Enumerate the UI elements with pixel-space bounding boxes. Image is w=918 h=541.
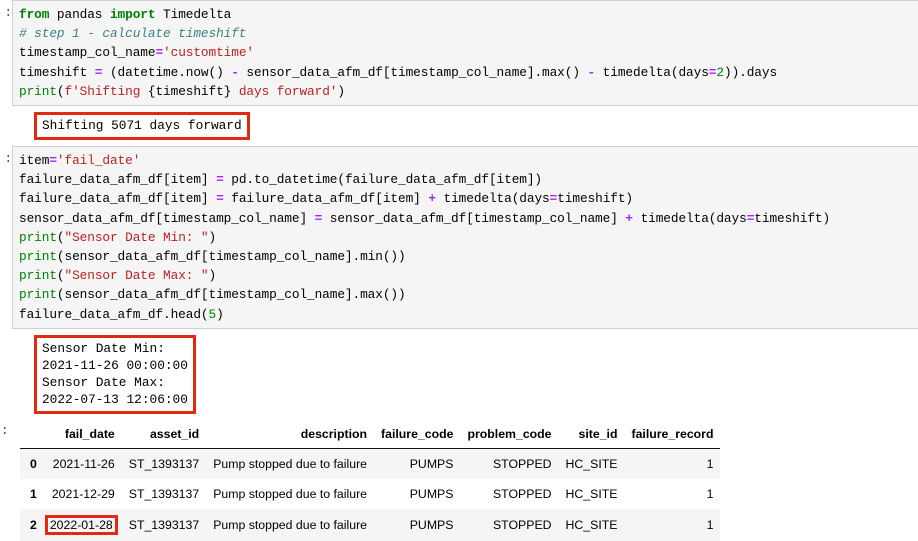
output-body-1: Shifting 5071 days forward (12, 106, 918, 146)
column-header-failure-record[interactable]: failure_record (624, 422, 721, 449)
stdout-line-min-value: 2021-11-26 00:00:00 (42, 357, 188, 373)
cell-failure-code: PUMPS (409, 456, 454, 471)
output-area-1: Shifting 5071 days forward (0, 106, 918, 147)
stdout-line-max-label: Sensor Date Max: (42, 374, 165, 390)
dataframe-scroll-container[interactable]: fail_date asset_id description failure_c… (12, 422, 918, 541)
table-body: 0 2021-11-26 ST_1393137 Pump stopped due… (20, 448, 721, 541)
cell-site-id: HC_SITE (565, 486, 618, 501)
cell-asset-id: ST_1393137 (128, 517, 200, 532)
column-header-asset-id[interactable]: asset_id (121, 422, 207, 449)
output-area-2: Sensor Date Min: 2021-11-26 00:00:00 Sen… (0, 328, 918, 420)
code-cell-1[interactable]: : from pandas import Timedelta # step 1 … (0, 0, 918, 107)
stdout-sensor-dates: Sensor Date Min: 2021-11-26 00:00:00 Sen… (34, 334, 196, 414)
cell-description: Pump stopped due to failure (213, 486, 368, 501)
cell-site-id: HC_SITE (565, 517, 618, 532)
cell-fail-date: 2021-11-26 (52, 456, 115, 471)
highlight-box-fail-date: 2022-01-28 (44, 514, 118, 535)
table-header-row: fail_date asset_id description failure_c… (20, 422, 721, 449)
cell-fail-date-highlighted: 2022-01-28 (41, 509, 122, 541)
column-header-description[interactable]: description (206, 422, 375, 449)
row-index: 0 (30, 456, 37, 471)
column-header-failure-code[interactable]: failure_code (374, 422, 461, 449)
code-source-1: from pandas import Timedelta # step 1 - … (19, 7, 778, 99)
cell-failure-record: 1 (706, 456, 714, 471)
stdout-line-max-value: 2022-07-13 12:06:00 (42, 391, 188, 407)
column-header-fail-date[interactable]: fail_date (40, 422, 122, 449)
cell-site-id: HC_SITE (565, 456, 618, 471)
output-body-2: Sensor Date Min: 2021-11-26 00:00:00 Sen… (12, 329, 918, 420)
stdout-line-min-label: Sensor Date Min: (42, 340, 165, 356)
cell-asset-id: ST_1393137 (128, 456, 200, 471)
cell-problem-code: STOPPED (492, 486, 552, 501)
code-source-2: item='fail_date' failure_data_afm_df[ite… (19, 153, 831, 322)
code-editor-2[interactable]: item='fail_date' failure_data_afm_df[ite… (12, 146, 918, 329)
dataframe-output: fail_date asset_id description failure_c… (12, 420, 918, 541)
output-prompt-1 (0, 106, 12, 110)
column-header-site-id[interactable]: site_id (558, 422, 625, 449)
output-prompt-2 (0, 329, 12, 333)
result-area-2: 9]: fail_date asset_id description failu… (0, 419, 918, 541)
cell-failure-code: PUMPS (409, 486, 454, 501)
row-index: 1 (30, 486, 37, 501)
cell-description: Pump stopped due to failure (213, 456, 368, 471)
cell-problem-code: STOPPED (492, 456, 552, 471)
input-prompt-2: : (4, 152, 12, 167)
failure-data-table: fail_date asset_id description failure_c… (20, 422, 721, 541)
column-header-index[interactable] (20, 422, 41, 449)
cell-failure-code: PUMPS (409, 517, 454, 532)
cell-failure-record: 1 (706, 517, 714, 532)
cell-description: Pump stopped due to failure (213, 517, 368, 532)
cell-failure-record: 1 (706, 486, 714, 501)
table-head: fail_date asset_id description failure_c… (20, 422, 721, 449)
cell-fail-date: 2021-12-29 (51, 486, 115, 501)
cell-problem-code: STOPPED (492, 517, 552, 532)
row-index: 2 (30, 517, 37, 532)
code-cell-2[interactable]: : item='fail_date' failure_data_afm_df[i… (0, 146, 918, 329)
table-row[interactable]: 1 2021-12-29 ST_1393137 Pump stopped due… (20, 478, 721, 509)
stdout-shifting-days: Shifting 5071 days forward (34, 112, 250, 141)
table-row[interactable]: 0 2021-11-26 ST_1393137 Pump stopped due… (20, 448, 721, 479)
table-row[interactable]: 2 2022-01-28 ST_1393137 Pump stopped due… (20, 508, 721, 541)
code-editor-1[interactable]: from pandas import Timedelta # step 1 - … (12, 0, 918, 107)
notebook-container: : from pandas import Timedelta # step 1 … (0, 0, 918, 541)
result-prompt-2: 9]: (0, 423, 9, 438)
cell-asset-id: ST_1393137 (128, 486, 200, 501)
input-prompt-1: : (4, 6, 12, 20)
column-header-problem-code[interactable]: problem_code (460, 422, 559, 449)
